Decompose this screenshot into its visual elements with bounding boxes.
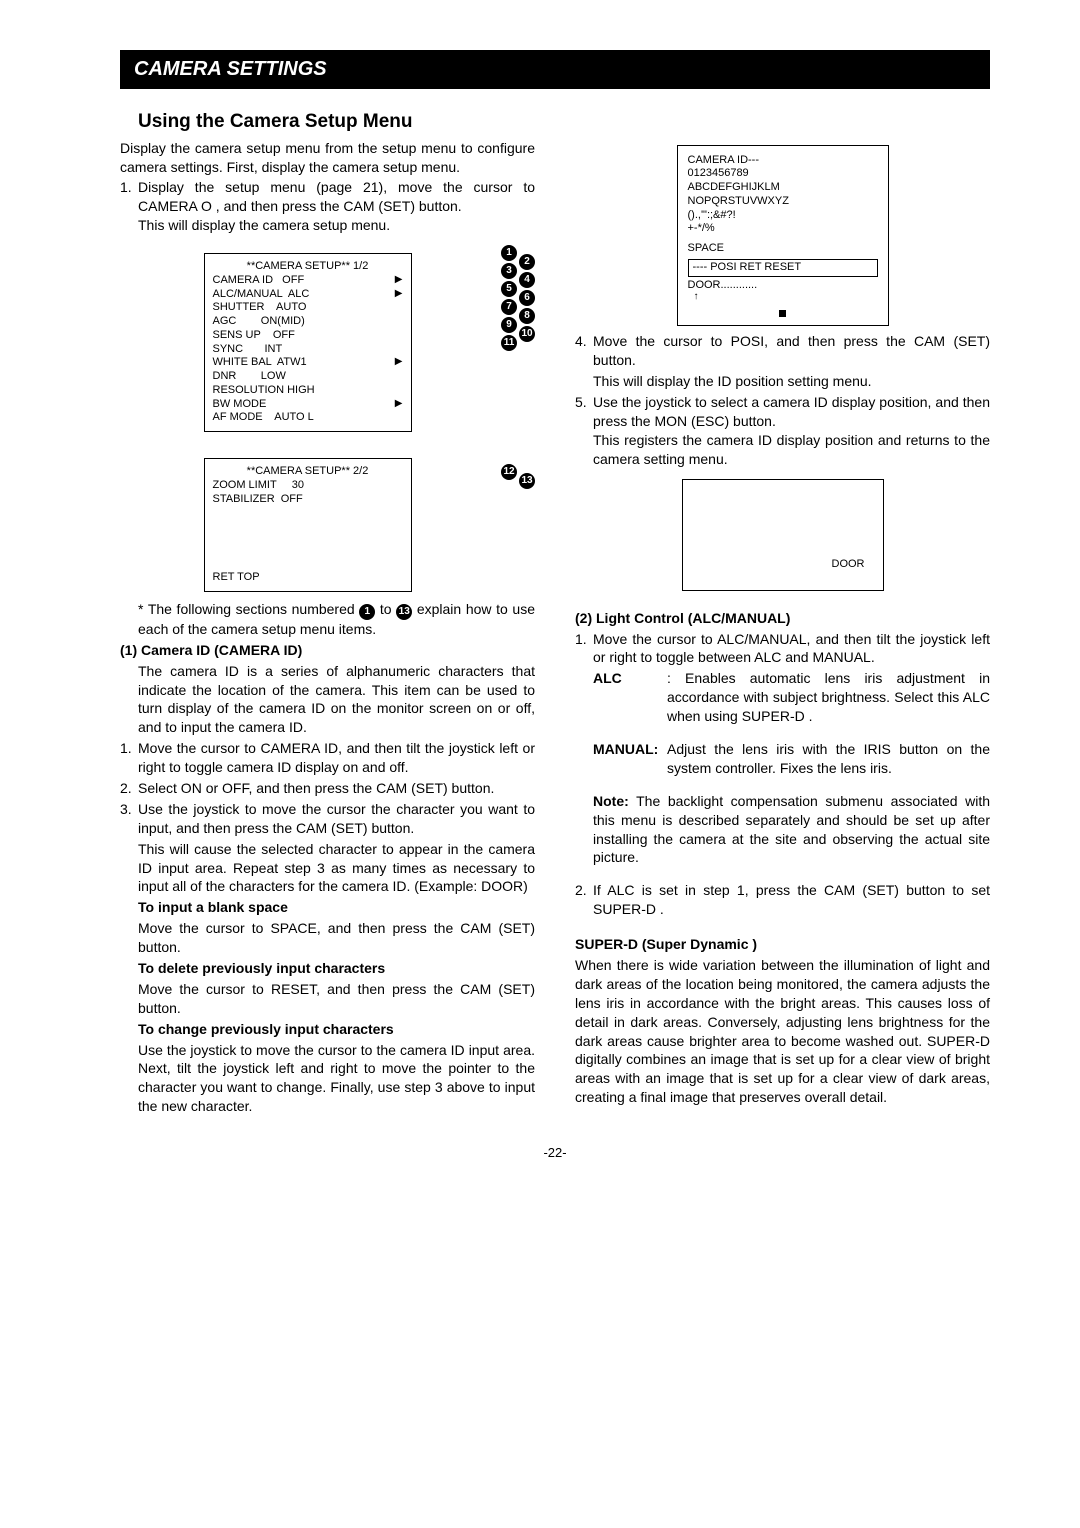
section-title: Using the Camera Setup Menu xyxy=(138,109,990,135)
step-1: 1. Display the setup menu (page 21), mov… xyxy=(120,178,535,235)
menu2-stab: STABILIZER OFF xyxy=(213,493,303,507)
menu2-zoom: ZOOM LIMIT 30 xyxy=(213,479,304,493)
heading-superd: SUPER-D (Super Dynamic ) xyxy=(575,935,990,954)
callout-12: 12 xyxy=(501,464,517,480)
camera-id-desc: The camera ID is a series of alphanumeri… xyxy=(120,662,535,738)
callouts-menu2: 12 13 xyxy=(501,464,535,489)
callout-8: 8 xyxy=(519,308,535,324)
note-term: Note: xyxy=(593,793,629,809)
idpanel-posi: ---- POSI RET RESET xyxy=(688,259,878,277)
def-manual: MANUAL: Adjust the lens iris with the IR… xyxy=(575,740,990,778)
menu1-res: RESOLUTION HIGH xyxy=(213,384,315,398)
lc-step-2: 2.If ALC is set in step 1, press the CAM… xyxy=(575,881,990,919)
square-cursor-icon xyxy=(779,310,786,317)
step-5: 5.Use the joystick to select a camera ID… xyxy=(575,393,990,469)
tri-right-icon: ▶ xyxy=(395,356,403,370)
menu1-title: **CAMERA SETUP** 1/2 xyxy=(213,260,403,274)
callout-11: 11 xyxy=(501,335,517,351)
tri-right-icon: ▶ xyxy=(395,274,403,288)
idpanel-l2: 0123456789 xyxy=(688,167,878,181)
camera-id-input-panel: CAMERA ID--- 0123456789 ABCDEFGHIJKLM NO… xyxy=(677,145,889,327)
tri-right-icon: ▶ xyxy=(395,398,403,412)
menu-panel-1-group: **CAMERA SETUP** 1/2 CAMERA ID OFF ▶ ALC/… xyxy=(120,245,535,440)
step-2: 2.Select ON or OFF, and then press the C… xyxy=(120,779,535,798)
step-number: 1. xyxy=(120,178,138,235)
step-4: 4.Move the cursor to POSI, and then pres… xyxy=(575,332,990,370)
head-change: To change previously input characters xyxy=(120,1020,535,1039)
alc-desc: : Enables automatic lens iris adjustment… xyxy=(667,669,990,726)
superd-text: When there is wide variation between the… xyxy=(575,956,990,1107)
idpanel-door: DOOR............ xyxy=(688,279,878,293)
two-column-layout: Display the camera setup menu from the s… xyxy=(120,139,990,1118)
menu1-shutter: SHUTTER AUTO xyxy=(213,301,307,315)
callout-5: 5 xyxy=(501,281,517,297)
callout-1: 1 xyxy=(501,245,517,261)
callout-3: 3 xyxy=(501,263,517,279)
callout-10: 10 xyxy=(519,326,535,342)
heading-light-control: (2) Light Control (ALC/MANUAL) xyxy=(575,609,990,628)
callout-2: 2 xyxy=(519,254,535,270)
menu1-sync: SYNC INT xyxy=(213,343,283,357)
callouts-menu1: 1 3 5 7 9 11 2 4 6 8 10 xyxy=(501,245,535,351)
menu1-sensup: SENS UP OFF xyxy=(213,329,295,343)
manual-term: MANUAL: xyxy=(593,740,667,778)
head-blank-space: To input a blank space xyxy=(120,898,535,917)
page-header: CAMERA SETTINGS xyxy=(120,50,990,89)
menu1-dnr: DNR LOW xyxy=(213,370,286,384)
menu2-footer: RET TOP xyxy=(213,571,260,585)
camera-setup-menu-2: **CAMERA SETUP** 2/2 ZOOM LIMIT 30 STABI… xyxy=(204,458,412,592)
idpanel-l1: CAMERA ID--- xyxy=(688,154,878,168)
menu1-af: AF MODE AUTO L xyxy=(213,411,314,425)
alc-term: ALC xyxy=(593,669,667,726)
callout-9: 9 xyxy=(501,317,517,333)
callout-13: 13 xyxy=(519,473,535,489)
tri-right-icon: ▶ xyxy=(395,288,403,302)
star-note: * The following sections numbered 1 to 1… xyxy=(120,600,535,639)
up-arrow-icon: ↑ xyxy=(694,292,878,302)
heading-camera-id: (1) Camera ID (CAMERA ID) xyxy=(120,641,535,660)
menu-panel-2-group: **CAMERA SETUP** 2/2 ZOOM LIMIT 30 STABI… xyxy=(120,450,535,600)
step-1-text-b: This will display the camera setup menu. xyxy=(138,217,390,233)
step-3: 3.Use the joystick to move the cursor th… xyxy=(120,800,535,838)
callout-4: 4 xyxy=(519,272,535,288)
step-1b: 1.Move the cursor to CAMERA ID, and then… xyxy=(120,739,535,777)
idpanel-l4: NOPQRSTUVWXYZ xyxy=(688,195,878,209)
step-4b: This will display the ID position settin… xyxy=(575,372,990,391)
intro-text: Display the camera setup menu from the s… xyxy=(120,139,535,177)
manual-desc: Adjust the lens iris with the IRIS butto… xyxy=(667,740,990,778)
page-number: -22- xyxy=(120,1144,990,1162)
idpanel-l5: ().,'":;&#?! xyxy=(688,209,878,223)
blank-space-text: Move the cursor to SPACE, and then press… xyxy=(120,919,535,957)
step-3b: This will cause the selected character t… xyxy=(120,840,535,897)
right-column: CAMERA ID--- 0123456789 ABCDEFGHIJKLM NO… xyxy=(575,139,990,1118)
left-column: Display the camera setup menu from the s… xyxy=(120,139,535,1118)
idpanel-l6: +-*/% xyxy=(688,222,878,236)
change-text: Use the joystick to move the cursor to t… xyxy=(120,1041,535,1117)
delete-text: Move the cursor to RESET, and then press… xyxy=(120,980,535,1018)
lc-step-1: 1.Move the cursor to ALC/MANUAL, and the… xyxy=(575,630,990,668)
callout-13-inline: 13 xyxy=(396,604,412,620)
menu2-title: **CAMERA SETUP** 2/2 xyxy=(213,465,403,479)
camera-setup-menu-1: **CAMERA SETUP** 1/2 CAMERA ID OFF ▶ ALC/… xyxy=(204,253,412,432)
idpanel-l3: ABCDEFGHIJKLM xyxy=(688,181,878,195)
head-delete: To delete previously input characters xyxy=(120,959,535,978)
menu1-bw: BW MODE xyxy=(213,398,267,412)
callout-1-inline: 1 xyxy=(359,604,375,620)
menu1-cameraid: CAMERA ID OFF xyxy=(213,274,305,288)
menu1-alc: ALC/MANUAL ALC xyxy=(213,288,310,302)
id-position-preview: DOOR xyxy=(682,479,884,591)
idpanel-space: SPACE xyxy=(688,242,878,256)
callout-6: 6 xyxy=(519,290,535,306)
menu1-wb: WHITE BAL ATW1 xyxy=(213,356,307,370)
menu1-agc: AGC ON(MID) xyxy=(213,315,305,329)
preview-door-label: DOOR xyxy=(832,557,865,572)
note-block: Note: The backlight compensation submenu… xyxy=(575,792,990,868)
step-1-text-a: Display the setup menu (page 21), move t… xyxy=(138,179,535,214)
note-text: The backlight compensation submenu assoc… xyxy=(593,793,990,866)
def-alc: ALC : Enables automatic lens iris adjust… xyxy=(575,669,990,726)
callout-7: 7 xyxy=(501,299,517,315)
